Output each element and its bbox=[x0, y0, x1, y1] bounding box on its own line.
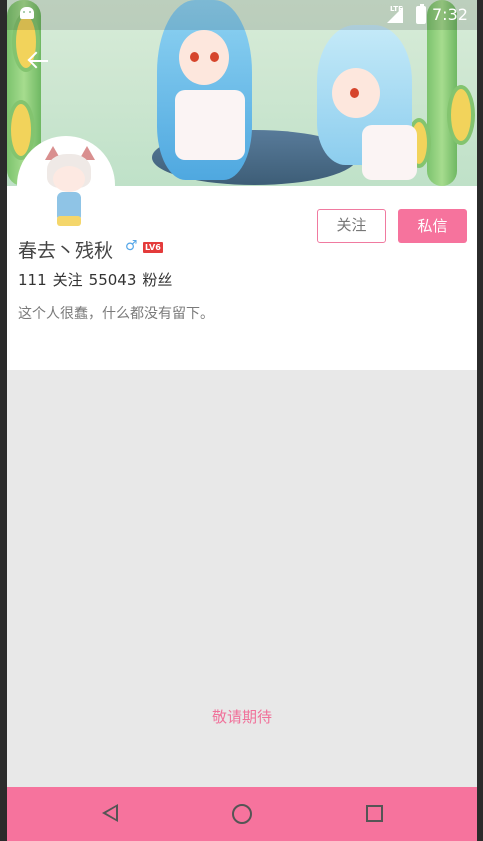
level-badge: LV6 bbox=[143, 242, 163, 253]
android-icon bbox=[20, 7, 34, 19]
character-eye bbox=[210, 52, 219, 62]
profile-bio: 这个人很蠢，什么都没有留下。 bbox=[18, 306, 214, 322]
arrow-left-icon[interactable] bbox=[27, 50, 49, 72]
app-frame: LTE 7:32 关注 私信 春去丶残秋 ♂ LV6 111 关注 55043 粉丝 … bbox=[7, 0, 477, 841]
bamboo-ring bbox=[447, 85, 475, 145]
battery-icon bbox=[416, 4, 426, 24]
coming-soon-text: 敬请期待 bbox=[211, 708, 272, 726]
follow-button[interactable]: 关注 bbox=[317, 209, 386, 243]
character-face bbox=[179, 30, 229, 85]
avatar-face bbox=[53, 166, 85, 192]
character-body bbox=[362, 125, 417, 180]
gender-male-icon: ♂ bbox=[125, 238, 138, 254]
character-body bbox=[175, 90, 245, 160]
recent-square-icon[interactable] bbox=[366, 805, 383, 822]
followers-label[interactable]: 粉丝 bbox=[142, 271, 172, 289]
status-bar: LTE 7:32 bbox=[7, 0, 477, 30]
profile-stats: 111 关注 55043 粉丝 bbox=[18, 269, 178, 290]
following-count[interactable]: 111 bbox=[18, 271, 47, 289]
character-eye bbox=[350, 88, 359, 98]
back-triangle-icon[interactable] bbox=[102, 804, 118, 822]
username: 春去丶残秋 bbox=[18, 240, 114, 262]
home-circle-icon[interactable] bbox=[232, 804, 252, 824]
avatar[interactable] bbox=[17, 136, 115, 234]
message-button[interactable]: 私信 bbox=[398, 209, 467, 243]
avatar-shorts bbox=[57, 216, 81, 226]
following-label[interactable]: 关注 bbox=[53, 271, 83, 289]
character-eye bbox=[190, 52, 199, 62]
navigation-bar bbox=[7, 787, 477, 841]
status-time: 7:32 bbox=[432, 5, 468, 24]
network-type: LTE bbox=[390, 5, 403, 13]
followers-count[interactable]: 55043 bbox=[89, 271, 137, 289]
